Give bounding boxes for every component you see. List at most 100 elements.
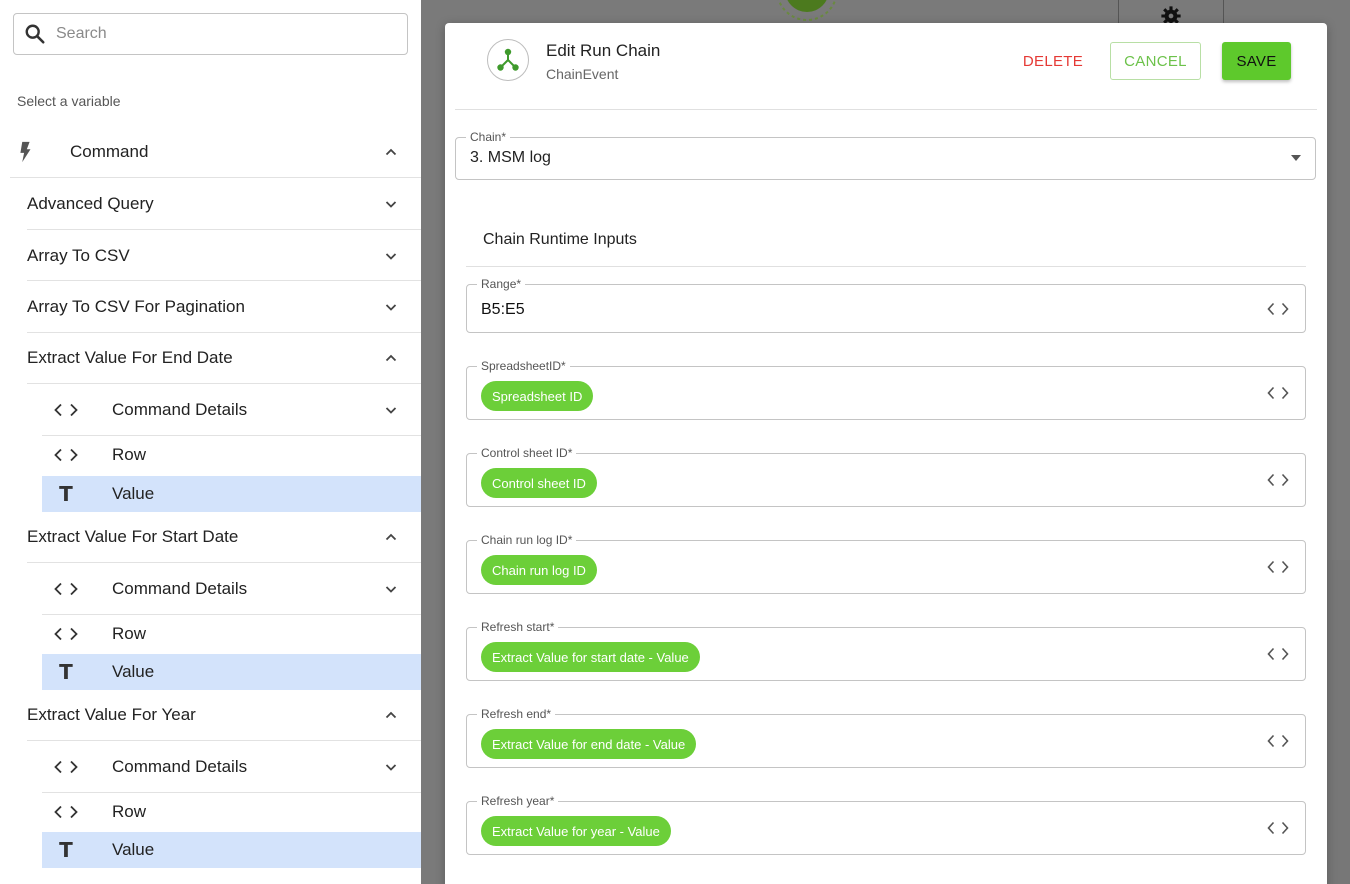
chevron-up-icon[interactable] (385, 352, 397, 364)
chevron-down-icon[interactable] (385, 761, 397, 773)
code-toggle-icon[interactable] (1267, 647, 1289, 661)
child-label: Value (112, 484, 155, 503)
range-label: Range* (477, 276, 526, 292)
text-type-icon: T (59, 838, 73, 862)
chain-run-log-id-field[interactable]: Chain run log ID* Chain run log ID (466, 532, 1306, 594)
command-header[interactable]: Command (10, 128, 421, 176)
edit-run-chain-dialog: Edit Run Chain ChainEvent DELETE CANCEL … (445, 23, 1327, 884)
child-command-details[interactable]: Command Details (42, 741, 421, 792)
dialog-subtitle: ChainEvent (546, 66, 619, 82)
chain-run-log-id-label: Chain run log ID* (477, 532, 577, 548)
child-label: Command Details (112, 578, 248, 598)
child-value-selected[interactable]: T Value (42, 476, 421, 512)
search-icon (25, 24, 45, 44)
spreadsheet-id-field[interactable]: SpreadsheetID* Spreadsheet ID (466, 358, 1306, 420)
code-icon (54, 448, 78, 462)
code-toggle-icon[interactable] (1267, 821, 1289, 835)
child-label: Row (112, 445, 147, 464)
background-canvas-edge (1326, 560, 1350, 884)
chevron-up-icon[interactable] (385, 709, 397, 721)
child-value-selected[interactable]: T Value (42, 654, 421, 690)
chevron-down-icon[interactable] (385, 250, 397, 262)
code-toggle-icon[interactable] (1267, 302, 1289, 316)
refresh-start-field[interactable]: Refresh start* Extract Value for start d… (466, 619, 1306, 681)
code-icon (54, 760, 78, 774)
command-label: Command (70, 142, 149, 161)
delete-button[interactable]: DELETE (1020, 42, 1086, 80)
group-extract-end-date[interactable]: Extract Value For End Date (27, 333, 421, 383)
chevron-up-icon[interactable] (385, 146, 397, 158)
refresh-end-label: Refresh end* (477, 706, 556, 722)
group-array-to-csv-pagination[interactable]: Array To CSV For Pagination (27, 281, 421, 332)
code-toggle-icon[interactable] (1267, 560, 1289, 574)
dropdown-caret-icon[interactable] (1291, 155, 1301, 161)
refresh-end-field[interactable]: Refresh end* Extract Value for end date … (466, 706, 1306, 768)
code-toggle-icon[interactable] (1267, 473, 1289, 487)
group-label: Array To CSV (27, 245, 130, 265)
control-sheet-id-label: Control sheet ID* (477, 445, 577, 461)
save-button[interactable]: SAVE (1222, 42, 1291, 80)
refresh-year-label: Refresh year* (477, 793, 559, 809)
header-divider (455, 109, 1317, 110)
text-type-icon: T (59, 660, 73, 684)
child-value-selected[interactable]: T Value (42, 832, 421, 868)
text-type-icon: T (59, 482, 73, 506)
code-icon (54, 627, 78, 641)
child-label: Row (112, 802, 147, 821)
chevron-down-icon[interactable] (385, 404, 397, 416)
group-advanced-query[interactable]: Advanced Query (27, 178, 421, 229)
child-label: Command Details (112, 399, 248, 419)
cancel-button[interactable]: CANCEL (1110, 42, 1201, 80)
child-label: Command Details (112, 756, 248, 776)
search-box[interactable] (13, 13, 408, 55)
child-label: Value (112, 662, 155, 681)
child-row[interactable]: Row (42, 436, 421, 474)
variable-chip[interactable]: Control sheet ID (481, 468, 597, 498)
group-label: Extract Value For End Date (27, 348, 233, 367)
child-row[interactable]: Row (42, 793, 421, 831)
select-variable-label: Select a variable (17, 93, 121, 109)
code-icon (54, 582, 78, 596)
spreadsheet-id-label: SpreadsheetID* (477, 358, 570, 374)
background-logo-icon (777, 0, 837, 21)
group-label: Advanced Query (27, 193, 154, 213)
group-label: Extract Value For Year (27, 705, 196, 724)
control-sheet-id-field[interactable]: Control sheet ID* Control sheet ID (466, 445, 1306, 507)
chain-event-icon (487, 39, 529, 81)
lightning-bolt-icon (20, 141, 31, 163)
variable-chip[interactable]: Chain run log ID (481, 555, 597, 585)
code-toggle-icon[interactable] (1267, 386, 1289, 400)
variable-chip[interactable]: Extract Value for start date - Value (481, 642, 700, 672)
variable-chip[interactable]: Extract Value for year - Value (481, 816, 671, 846)
code-icon (54, 403, 78, 417)
variable-chip[interactable]: Spreadsheet ID (481, 381, 594, 411)
refresh-year-field[interactable]: Refresh year* Extract Value for year - V… (466, 793, 1306, 855)
refresh-start-label: Refresh start* (477, 619, 559, 635)
variable-chip[interactable]: Extract Value for end date - Value (481, 729, 697, 759)
child-row[interactable]: Row (42, 615, 421, 653)
child-label: Row (112, 624, 147, 643)
code-icon (54, 805, 78, 819)
search-input[interactable] (56, 25, 376, 43)
section-divider (466, 266, 1306, 267)
chain-select-value: 3. MSM log (470, 149, 551, 166)
group-extract-year[interactable]: Extract Value For Year (27, 690, 421, 740)
chevron-up-icon[interactable] (385, 531, 397, 543)
group-array-to-csv[interactable]: Array To CSV (27, 230, 421, 281)
dialog-title: Edit Run Chain (546, 41, 661, 60)
group-extract-start-date[interactable]: Extract Value For Start Date (27, 512, 421, 562)
chevron-down-icon[interactable] (385, 583, 397, 595)
chain-select[interactable]: Chain* 3. MSM log (455, 129, 1316, 180)
chevron-down-icon[interactable] (385, 301, 397, 313)
variable-sidebar: Select a variable Command Advanced Query… (0, 0, 421, 884)
child-label: Value (112, 840, 155, 859)
code-toggle-icon[interactable] (1267, 734, 1289, 748)
chevron-down-icon[interactable] (385, 198, 397, 210)
range-value[interactable]: B5:E5 (481, 301, 525, 319)
child-command-details[interactable]: Command Details (42, 563, 421, 614)
child-command-details[interactable]: Command Details (42, 384, 421, 435)
group-label: Array To CSV For Pagination (27, 296, 245, 316)
range-field[interactable]: Range* B5:E5 (466, 276, 1306, 333)
chain-select-label: Chain* (466, 129, 511, 145)
runtime-inputs-heading: Chain Runtime Inputs (483, 231, 637, 248)
